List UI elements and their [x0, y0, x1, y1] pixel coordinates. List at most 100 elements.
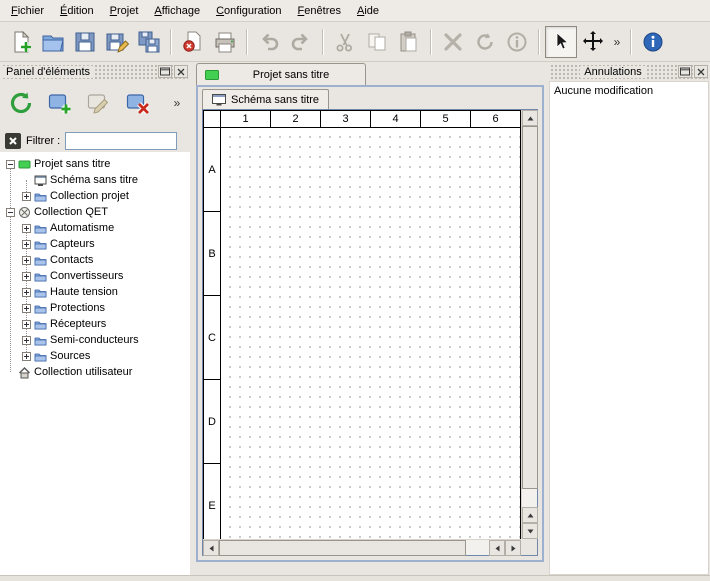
save-button[interactable]: [69, 26, 101, 58]
undo-history-list[interactable]: Aucune modification: [549, 81, 709, 575]
save-all-button[interactable]: [133, 26, 165, 58]
delete-element-button[interactable]: [124, 89, 152, 117]
vertical-scrollbar[interactable]: [521, 110, 537, 539]
panel-toolbar-overflow-button[interactable]: »: [169, 89, 185, 117]
select-mode-button[interactable]: [545, 26, 577, 58]
expand-icon[interactable]: [22, 304, 31, 313]
menu-item-configuration[interactable]: Configuration: [208, 2, 289, 20]
dock-close-button[interactable]: [694, 65, 708, 78]
menu-item-projet[interactable]: Projet: [102, 2, 147, 20]
toolbar-separator: [538, 29, 540, 55]
collapse-icon[interactable]: [6, 160, 15, 169]
menu-item-affichage[interactable]: Affichage: [146, 2, 208, 20]
dock-float-button[interactable]: [678, 65, 692, 78]
tree-item-schema-sans-titre[interactable]: Schéma sans titre: [0, 172, 190, 188]
vertical-scroll-thumb[interactable]: [522, 126, 538, 489]
expand-icon[interactable]: [22, 336, 31, 345]
edit-element-button[interactable]: [85, 89, 113, 117]
expand-icon[interactable]: [22, 192, 31, 201]
tree-item-label: Automatisme: [50, 222, 114, 234]
toolbar-separator: [246, 29, 248, 55]
expand-icon[interactable]: [22, 352, 31, 361]
dock-close-button[interactable]: [174, 65, 188, 78]
float-icon: [680, 67, 690, 76]
tree-item-contacts[interactable]: Contacts: [0, 252, 190, 268]
expand-icon[interactable]: [22, 288, 31, 297]
tree-item-semi-conducteurs[interactable]: Semi-conducteurs: [0, 332, 190, 348]
expand-icon[interactable]: [22, 240, 31, 249]
menu-item-fenetres[interactable]: Fenêtres: [290, 2, 349, 20]
float-icon: [160, 67, 170, 76]
scroll-left-button[interactable]: [203, 540, 219, 556]
schema-canvas[interactable]: 1 2 3 4 5 6 A B C D E: [203, 110, 521, 539]
collapse-icon[interactable]: [6, 208, 15, 217]
horizontal-scroll-thumb[interactable]: [219, 540, 466, 556]
horizontal-scrollbar[interactable]: [203, 539, 521, 555]
delete-element-icon: [125, 90, 151, 116]
folder-icon: [34, 350, 47, 363]
menu-item-edition[interactable]: Édition: [52, 2, 102, 20]
tree-item-protections[interactable]: Protections: [0, 300, 190, 316]
scroll-down-button[interactable]: [522, 523, 538, 539]
tree-item-collection-qet[interactable]: Collection QET: [0, 204, 190, 220]
redo-button[interactable]: [285, 26, 317, 58]
tree-item-projet-sans-titre[interactable]: Projet sans titre: [0, 156, 190, 172]
menu-item-fichier[interactable]: Fichier: [3, 2, 52, 20]
undo-button[interactable]: [253, 26, 285, 58]
toolbar-overflow-button[interactable]: »: [609, 28, 625, 56]
tree-item-convertisseurs[interactable]: Convertisseurs: [0, 268, 190, 284]
rotate-button[interactable]: [469, 26, 501, 58]
toolbar-separator: [322, 29, 324, 55]
scroll-left-button-2[interactable]: [489, 540, 505, 556]
menu-bar: Fichier Édition Projet Affichage Configu…: [0, 0, 710, 22]
filter-label: Filtrer :: [26, 135, 60, 147]
save-icon: [73, 30, 97, 54]
save-as-button[interactable]: [101, 26, 133, 58]
close-document-button[interactable]: [177, 26, 209, 58]
scroll-up-button-2[interactable]: [522, 507, 538, 523]
tab-schema-sans-titre[interactable]: Schéma sans titre: [202, 89, 329, 109]
tree-item-haute-tension[interactable]: Haute tension: [0, 284, 190, 300]
tree-item-sources[interactable]: Sources: [0, 348, 190, 364]
delete-button[interactable]: [437, 26, 469, 58]
tree-item-automatisme[interactable]: Automatisme: [0, 220, 190, 236]
tab-projet-sans-titre[interactable]: Projet sans titre: [196, 63, 366, 85]
tree-item-recepteurs[interactable]: Récepteurs: [0, 316, 190, 332]
scroll-up-button[interactable]: [522, 110, 538, 126]
diagram-grid-area[interactable]: [221, 128, 521, 539]
tree-item-collection-utilisateur[interactable]: Collection utilisateur: [0, 364, 190, 380]
expand-icon[interactable]: [22, 256, 31, 265]
tree-item-label: Contacts: [50, 254, 93, 266]
print-button[interactable]: [209, 26, 241, 58]
tree-item-collection-projet[interactable]: Collection projet: [0, 188, 190, 204]
folder-icon: [34, 190, 47, 203]
schema-icon: [212, 94, 226, 106]
expand-icon[interactable]: [22, 272, 31, 281]
row-header-c: C: [203, 296, 221, 380]
copy-button[interactable]: [361, 26, 393, 58]
new-document-button[interactable]: [5, 26, 37, 58]
delete-icon: [441, 30, 465, 54]
home-icon: [18, 366, 31, 379]
filter-input[interactable]: [65, 132, 177, 150]
open-project-button[interactable]: [37, 26, 69, 58]
clear-filter-icon: [5, 133, 21, 149]
tree-item-label: Collection QET: [34, 206, 108, 218]
new-element-button[interactable]: [46, 89, 74, 117]
cut-button[interactable]: [329, 26, 361, 58]
scroll-right-button[interactable]: [505, 540, 521, 556]
reload-collections-button[interactable]: [7, 89, 35, 117]
tree-item-capteurs[interactable]: Capteurs: [0, 236, 190, 252]
column-header-1: 1: [221, 110, 271, 128]
clear-filter-button[interactable]: [5, 133, 21, 149]
pan-mode-button[interactable]: [577, 26, 609, 58]
menu-item-aide[interactable]: Aide: [349, 2, 387, 20]
about-qet-button[interactable]: [637, 26, 669, 58]
new-element-icon: [47, 90, 73, 116]
close-icon: [697, 68, 705, 76]
dock-float-button[interactable]: [158, 65, 172, 78]
expand-icon[interactable]: [22, 224, 31, 233]
paste-button[interactable]: [393, 26, 425, 58]
expand-icon[interactable]: [22, 320, 31, 329]
element-info-button[interactable]: [501, 26, 533, 58]
